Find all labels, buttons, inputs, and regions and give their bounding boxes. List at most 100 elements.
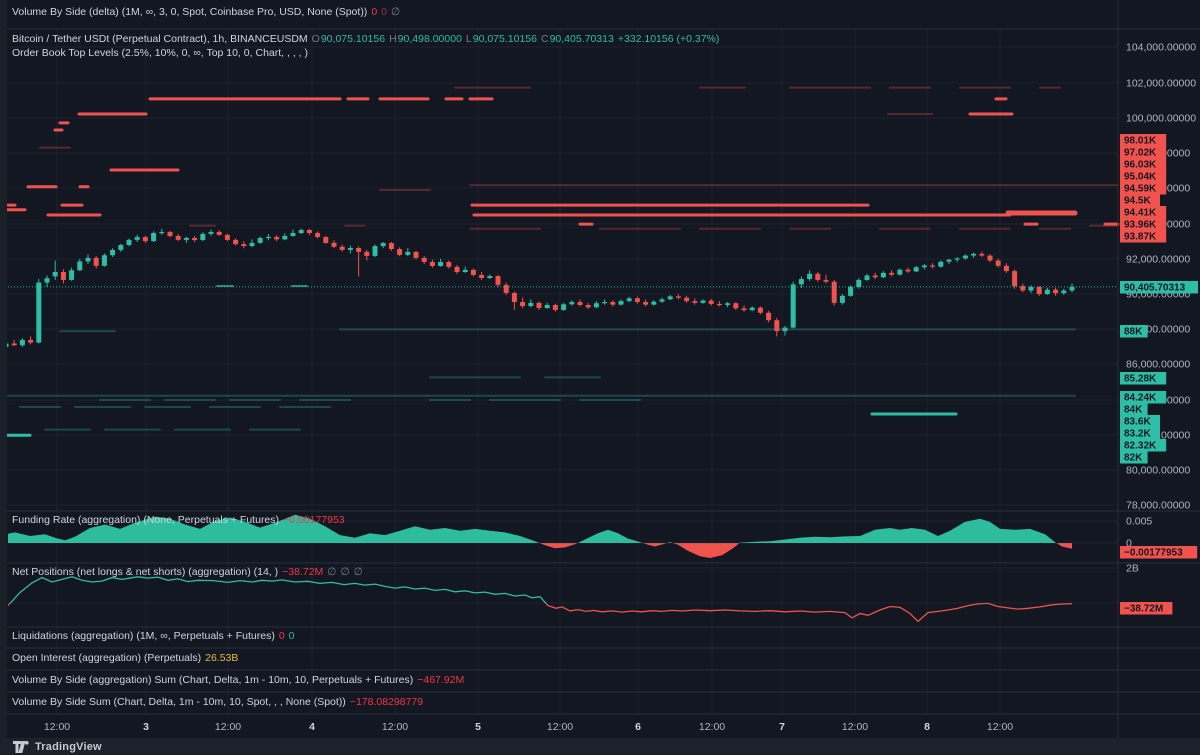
legend-part: 90,498.00000 xyxy=(398,33,462,45)
ask-level-tag: 95.04K xyxy=(1120,170,1166,183)
svg-text:96.03K: 96.03K xyxy=(1124,160,1157,171)
legend-symbol-ohlc[interactable]: Bitcoin / Tether USDt (Perpetual Contrac… xyxy=(12,33,723,46)
legend-part: Volume By Side Sum (Chart, Delta, 1m - 1… xyxy=(12,696,346,708)
svg-text:104,000.00000: 104,000.00000 xyxy=(1126,42,1196,54)
net-positions-line xyxy=(6,577,1072,622)
svg-text:82.32K: 82.32K xyxy=(1124,441,1157,452)
bid-level-tag: 84.24K xyxy=(1120,391,1166,404)
svg-text:12:00: 12:00 xyxy=(547,721,573,733)
svg-text:12:00: 12:00 xyxy=(44,721,70,733)
svg-text:98.01K: 98.01K xyxy=(1124,136,1157,147)
legend-liquidations[interactable]: Liquidations (aggregation) (1M, ∞, Perpe… xyxy=(12,630,299,643)
svg-text:−0.00177953: −0.00177953 xyxy=(1124,548,1183,559)
legend-part: O xyxy=(312,33,320,45)
ask-depth-lines xyxy=(0,88,1118,229)
bid-level-tag: 84K xyxy=(1120,403,1148,416)
ask-level-tag: 97.02K xyxy=(1120,146,1166,159)
svg-text:95.04K: 95.04K xyxy=(1124,172,1157,183)
pane-separators[interactable] xyxy=(0,0,1200,738)
net-value-tag: −38.72M xyxy=(1120,602,1172,615)
ask-level-tag: 94.41K xyxy=(1120,206,1166,219)
time-scale[interactable]: 12:00312:00412:00512:00612:00712:00812:0… xyxy=(44,721,1013,733)
legend-open-interest[interactable]: Open Interest (aggregation) (Perpetuals)… xyxy=(12,652,242,665)
svg-text:12:00: 12:00 xyxy=(699,721,725,733)
svg-text:2B: 2B xyxy=(1126,563,1139,575)
tradingview-chart-window: 104,000.00000 102,000.00000 100,000.00000 9… xyxy=(0,0,1200,755)
legend-part: −467.92M xyxy=(417,674,464,686)
bid-level-tag: 88K xyxy=(1120,325,1148,338)
legend-part: 0 xyxy=(371,6,377,18)
ask-level-tag: 93.87K xyxy=(1120,230,1166,243)
legend-volume-by-side-delta[interactable]: Volume By Side (delta) (1M, ∞, 3, 0, Spo… xyxy=(12,6,404,19)
svg-text:82K: 82K xyxy=(1124,453,1143,464)
bid-level-tag: 85.28K xyxy=(1120,372,1166,385)
svg-text:80,000.00000: 80,000.00000 xyxy=(1126,465,1190,477)
legend-part: 0 xyxy=(381,6,387,18)
legend-part: Volume By Side (aggregation) Sum (Chart,… xyxy=(12,674,413,686)
ask-level-tag: 93.96K xyxy=(1120,218,1166,231)
svg-text:3: 3 xyxy=(143,721,149,733)
svg-text:84K: 84K xyxy=(1124,405,1143,416)
svg-text:85.28K: 85.28K xyxy=(1124,374,1157,385)
legend-part: −0.00177953 xyxy=(283,514,345,526)
svg-text:93.96K: 93.96K xyxy=(1124,220,1157,231)
legend-order-book-top-levels[interactable]: Order Book Top Levels (2.5%, 10%, 0, ∞, … xyxy=(12,47,312,60)
ask-level-tag: 98.01K xyxy=(1120,134,1166,147)
svg-text:92,000.00000: 92,000.00000 xyxy=(1126,254,1190,266)
legend-part: Volume By Side (delta) (1M, ∞, 3, 0, Spo… xyxy=(12,6,367,18)
legend-net-positions[interactable]: Net Positions (net longs & net shorts) (… xyxy=(12,566,367,579)
svg-text:94.59K: 94.59K xyxy=(1124,184,1157,195)
grid xyxy=(8,29,1118,714)
bid-level-tag: 82.32K xyxy=(1120,439,1166,452)
legend-part: ∅ xyxy=(327,566,336,578)
legend-volume-by-side-sum[interactable]: Volume By Side Sum (Chart, Delta, 1m - 1… xyxy=(12,696,427,709)
svg-text:94.41K: 94.41K xyxy=(1124,208,1157,219)
svg-text:83.6K: 83.6K xyxy=(1124,417,1151,428)
legend-part: 90,075.10156 xyxy=(321,33,385,45)
svg-text:5: 5 xyxy=(475,721,481,733)
footer-bar: TradingView xyxy=(0,738,1200,755)
svg-text:7: 7 xyxy=(779,721,785,733)
svg-text:90,405.70313: 90,405.70313 xyxy=(1124,283,1186,294)
legend-part: ∅ xyxy=(340,566,349,578)
svg-text:0.005: 0.005 xyxy=(1126,516,1152,528)
last-price-tag: 90,405.70313 xyxy=(1120,281,1198,294)
svg-text:12:00: 12:00 xyxy=(842,721,868,733)
legend-funding-rate[interactable]: Funding Rate (aggregation) (None, Perpet… xyxy=(12,514,349,527)
candlesticks xyxy=(4,228,1075,349)
legend-part: −178.08298779 xyxy=(350,696,423,708)
bid-depth-lines xyxy=(0,286,1075,435)
bid-level-tag: 83.2K xyxy=(1120,427,1160,440)
svg-text:12:00: 12:00 xyxy=(382,721,408,733)
ask-level-tag: 94.5K xyxy=(1120,194,1160,207)
tradingview-logo-text[interactable]: TradingView xyxy=(35,741,102,753)
svg-text:94.5K: 94.5K xyxy=(1124,196,1151,207)
svg-text:4: 4 xyxy=(309,721,315,733)
window-left-edge xyxy=(0,0,7,738)
svg-text:8: 8 xyxy=(924,721,930,733)
legend-part: 90,405.70313 xyxy=(550,33,614,45)
tradingview-logo-icon[interactable] xyxy=(13,741,30,753)
svg-text:12:00: 12:00 xyxy=(215,721,241,733)
legend-part: 26.53B xyxy=(205,652,238,664)
legend-part: +332.10156 (+0.37%) xyxy=(618,33,720,45)
legend-volume-by-side-agg-sum[interactable]: Volume By Side (aggregation) Sum (Chart,… xyxy=(12,674,468,687)
legend-part: L xyxy=(466,33,472,45)
price-scale[interactable]: 104,000.00000 102,000.00000 100,000.00000 9… xyxy=(1126,42,1196,575)
svg-text:86,000.00000: 86,000.00000 xyxy=(1126,359,1190,371)
legend-part: 0 xyxy=(289,630,295,642)
funding-value-tag: −0.00177953 xyxy=(1120,546,1197,559)
svg-text:78,000.00000: 78,000.00000 xyxy=(1126,500,1190,512)
bid-level-tag: 82K xyxy=(1120,451,1148,464)
legend-part: Bitcoin / Tether USDt (Perpetual Contrac… xyxy=(12,33,308,45)
svg-text:88K: 88K xyxy=(1124,327,1143,338)
svg-text:100,000.00000: 100,000.00000 xyxy=(1126,113,1196,125)
legend-part: C xyxy=(541,33,549,45)
svg-text:83.2K: 83.2K xyxy=(1124,429,1151,440)
legend-part: Open Interest (aggregation) (Perpetuals) xyxy=(12,652,201,664)
legend-part: 0 xyxy=(279,630,285,642)
chart-canvas[interactable]: 104,000.00000 102,000.00000 100,000.00000 9… xyxy=(0,0,1200,738)
ask-level-tag: 94.59K xyxy=(1120,182,1166,195)
legend-part: Net Positions (net longs & net shorts) (… xyxy=(12,566,278,578)
svg-text:102,000.00000: 102,000.00000 xyxy=(1126,78,1196,90)
